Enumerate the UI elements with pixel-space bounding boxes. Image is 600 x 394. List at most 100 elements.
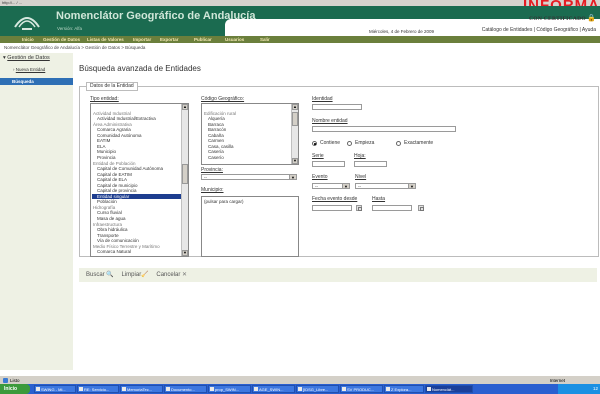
list-option[interactable]: Caserío: [208, 155, 224, 160]
scroll-thumb[interactable]: [292, 112, 298, 126]
list-option[interactable]: Actividad Industrial/Extractiva: [97, 116, 156, 121]
scroll-up-icon[interactable]: ▲: [182, 104, 188, 110]
list-option[interactable]: Capital de Comunidad Autónoma: [97, 166, 163, 171]
tipo-scrollbar[interactable]: ▲ ▼: [181, 104, 188, 256]
list-option[interactable]: Comunidad Autónoma: [97, 133, 142, 138]
page-title: Búsqueda avanzada de Entidades: [79, 64, 201, 73]
nav-importar[interactable]: Importar: [133, 36, 151, 43]
radio-empieza[interactable]: [347, 141, 352, 146]
list-option[interactable]: Casería: [208, 149, 224, 154]
top-links[interactable]: Catálogo de Entidades | Código Geográfic…: [482, 27, 596, 33]
app-title: Nomenclátor Geográfico de Andalucía: [56, 10, 256, 22]
buscar-button[interactable]: Buscar 🔍: [86, 272, 114, 278]
sidebar-item-label[interactable]: Nueva Entidad: [16, 67, 46, 72]
radio-exactamente-label[interactable]: Exactamente: [404, 140, 433, 146]
cancelar-button[interactable]: Cancelar ✕: [156, 272, 187, 278]
chevron-down-icon[interactable]: ▼: [289, 175, 296, 179]
nav-publicar[interactable]: Publicar: [194, 36, 212, 43]
taskbar-button[interactable]: prop_SWIN...: [208, 385, 251, 393]
taskbar-button[interactable]: RE: Servicio...: [77, 385, 119, 393]
sidebar-head[interactable]: ▾ Gestión de Datos: [3, 55, 50, 61]
calendar-icon[interactable]: [418, 205, 424, 211]
start-button[interactable]: Inicio: [0, 384, 30, 394]
nav-inicio[interactable]: Inicio: [22, 36, 34, 43]
codigo-geografico-listbox[interactable]: Caserío Casería Casa, casilla Carmen Cabaña B…: [201, 103, 299, 165]
sidebar-item-nueva-entidad[interactable]: › Nueva Entidad: [13, 67, 45, 72]
taskbar-button[interactable]: Z Explora...: [384, 385, 424, 393]
chevron-down-icon[interactable]: ▼: [342, 184, 349, 188]
hoja-input[interactable]: [354, 161, 387, 167]
list-option[interactable]: Curso fluvial: [97, 210, 122, 215]
list-option[interactable]: Población: [97, 199, 117, 204]
evento-select[interactable]: -- ▼: [312, 183, 350, 189]
option-group-label: Área Administrativa: [93, 121, 132, 127]
list-option[interactable]: EATIM: [97, 138, 110, 143]
list-option[interactable]: Capital de ELA: [97, 177, 127, 182]
list-option[interactable]: Capital de municipio: [97, 183, 138, 188]
top-links-text[interactable]: Catálogo de Entidades | Código Geográfic…: [482, 27, 596, 33]
taskbar-button[interactable]: AGE_SWIN...: [252, 385, 295, 393]
list-option[interactable]: Transporte: [97, 233, 119, 238]
list-option[interactable]: Comarca Agraria: [97, 127, 131, 132]
list-option[interactable]: Barraca: [208, 122, 224, 127]
fecha-hasta-input[interactable]: [372, 205, 412, 211]
scroll-up-icon[interactable]: ▲: [292, 104, 298, 110]
nav-salir[interactable]: Salir: [260, 36, 270, 43]
taskbar-button[interactable]: MemoriaTec...: [120, 385, 163, 393]
buscar-label[interactable]: Buscar: [86, 272, 105, 278]
nav-exportar[interactable]: Exportar: [160, 36, 179, 43]
sidebar-item-busqueda[interactable]: Búsqueda: [0, 78, 73, 85]
taskbar-button[interactable]: Nomenclát...: [425, 385, 473, 393]
list-option[interactable]: Vía de comunicación: [97, 238, 139, 243]
search-icon: 🔍: [106, 272, 114, 278]
sidebar-item-label: Búsqueda: [12, 79, 34, 84]
limpiar-label[interactable]: Limpiar: [122, 272, 142, 278]
list-option[interactable]: Municipio: [97, 149, 116, 154]
cancelar-label[interactable]: Cancelar: [156, 272, 180, 278]
provincia-select[interactable]: -- ▼: [201, 174, 297, 180]
scroll-down-icon[interactable]: ▼: [182, 250, 188, 256]
scroll-down-icon[interactable]: ▼: [292, 158, 298, 164]
radio-contiene-label[interactable]: Contiene: [320, 140, 340, 146]
nombre-entidad-input[interactable]: [312, 126, 456, 132]
nav-usuarios[interactable]: Usuarios: [225, 36, 244, 43]
list-option[interactable]: Cabaña: [208, 133, 224, 138]
option-group-label: Hidrografía: [93, 204, 116, 210]
list-option[interactable]: Capital de provincia: [97, 188, 137, 193]
nivel-select[interactable]: -- ▼: [355, 183, 416, 189]
limpiar-button[interactable]: Limpiar🧹: [122, 272, 149, 278]
identidad-input[interactable]: [312, 104, 362, 110]
list-option[interactable]: ELA: [97, 144, 106, 149]
radio-empieza-label[interactable]: Empieza: [355, 140, 374, 146]
scroll-thumb[interactable]: [182, 164, 188, 184]
serie-input[interactable]: [312, 161, 345, 167]
nav-gestion-datos[interactable]: Gestión de Datos: [43, 36, 80, 43]
radio-contiene[interactable]: [312, 141, 317, 146]
sidebar-head-label[interactable]: Gestión de Datos: [7, 55, 50, 61]
list-option[interactable]: Provincia: [97, 155, 116, 160]
fecha-desde-input[interactable]: [312, 205, 352, 211]
app-version: Versión: Alfa: [57, 26, 83, 31]
list-option[interactable]: Carmen: [208, 138, 224, 143]
taskbar-button[interactable]: [IDSG_Libre...: [296, 385, 339, 393]
nav-listas-valores[interactable]: Listas de Valores: [87, 36, 124, 43]
list-option[interactable]: Alquería: [208, 116, 225, 121]
windows-taskbar: Inicio 12 SWING - Mi... RE: Servicio... Me…: [0, 384, 600, 394]
list-option[interactable]: Comarca Natural: [97, 249, 131, 254]
taskbar-button[interactable]: SV PRODUC...: [340, 385, 383, 393]
radio-exactamente[interactable]: [396, 141, 401, 146]
list-option[interactable]: Masa de agua: [97, 216, 126, 221]
list-option[interactable]: Barracón: [208, 127, 226, 132]
option-group-label: Entidad de Población: [93, 160, 136, 166]
taskbar-button[interactable]: Documento...: [164, 385, 207, 393]
calendar-icon[interactable]: [356, 205, 362, 211]
codigo-scrollbar[interactable]: ▲ ▼: [291, 104, 298, 164]
list-option[interactable]: Obra hidráulica: [97, 227, 128, 232]
municipio-listbox[interactable]: (pulsar para cargar): [201, 196, 299, 257]
chevron-down-icon[interactable]: ▼: [408, 184, 415, 188]
taskbar-button[interactable]: SWING - Mi...: [34, 385, 76, 393]
tipo-entidad-listbox[interactable]: Comarca Natural Medio Físico Terrestre y …: [90, 103, 189, 257]
list-option[interactable]: Capital de EATIM: [97, 172, 132, 177]
list-option[interactable]: Casa, casilla: [208, 144, 234, 149]
list-option[interactable]: Entidad singular: [92, 193, 181, 199]
